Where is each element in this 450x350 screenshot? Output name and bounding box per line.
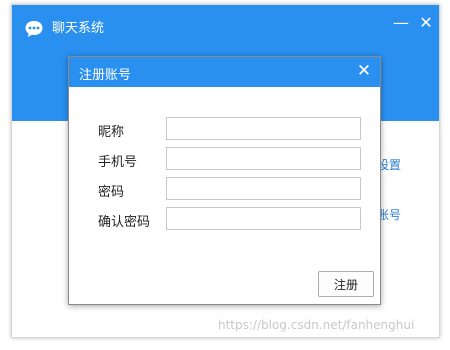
confirm-password-input[interactable] [166, 207, 361, 230]
phone-input[interactable] [166, 147, 361, 170]
password-input[interactable] [166, 177, 361, 200]
close-button[interactable]: ✕ [416, 13, 436, 33]
minimize-button[interactable]: — [391, 13, 411, 33]
register-button[interactable]: 注册 [318, 271, 374, 297]
confirm-password-label: 确认密码 [98, 215, 151, 230]
app-title: 聊天系统 [52, 21, 105, 36]
phone-label: 手机号 [98, 155, 138, 170]
watermark: https://blog.csdn.net/fanhenghui [218, 318, 415, 332]
dialog-header: 注册账号 ✕ [69, 57, 380, 87]
password-label: 密码 [98, 185, 125, 200]
nickname-label: 昵称 [98, 125, 125, 140]
dialog-title: 注册账号 [79, 68, 132, 83]
chat-bubble-icon [24, 19, 44, 39]
dialog-close-button[interactable]: ✕ [354, 60, 374, 82]
nickname-input[interactable] [166, 117, 361, 140]
register-dialog: 注册账号 ✕ 昵称 手机号 密码 确认密码 注册 [68, 56, 381, 305]
